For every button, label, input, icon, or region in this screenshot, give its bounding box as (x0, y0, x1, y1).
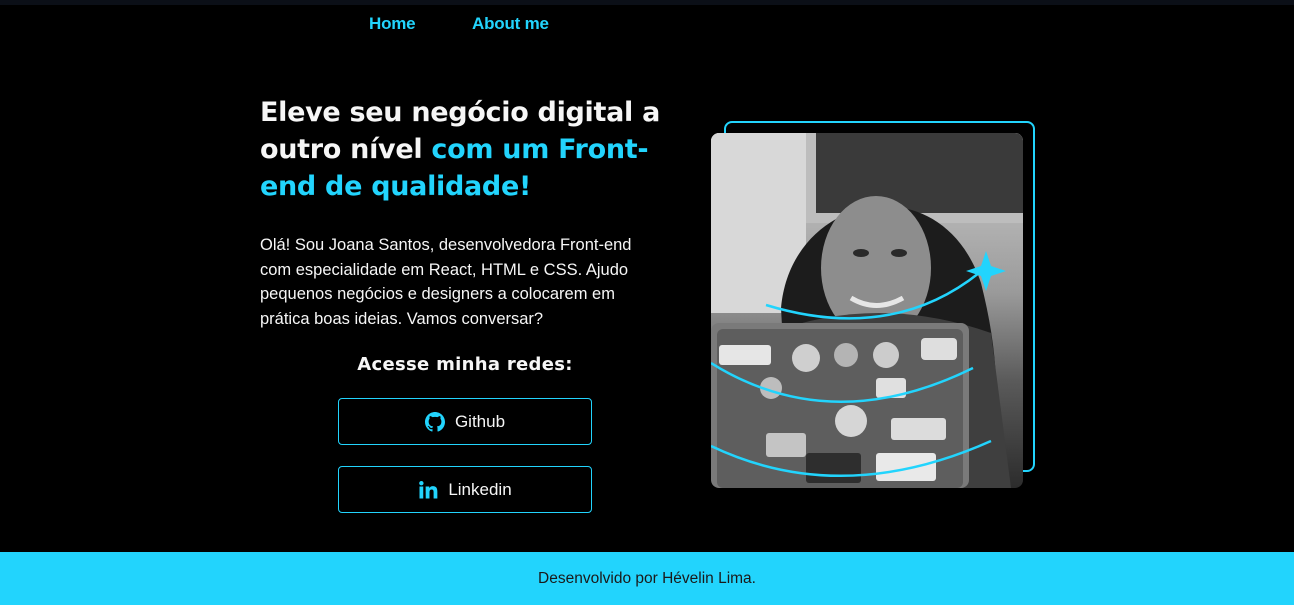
linkedin-button[interactable]: Linkedin (338, 466, 592, 513)
social-title: Acesse minha redes: (357, 354, 573, 375)
site-footer: Desenvolvido por Hévelin Lima. (0, 552, 1294, 605)
footer-credit: Desenvolvido por Hévelin Lima. (538, 569, 756, 587)
profile-photo (711, 133, 1023, 488)
nav-link-about-me[interactable]: About me (472, 14, 549, 34)
github-button[interactable]: Github (338, 398, 592, 445)
linkedin-icon (418, 480, 438, 500)
intro-paragraph: Olá! Sou Joana Santos, desenvolvedora Fr… (260, 236, 632, 328)
nav-link-home[interactable]: Home (369, 14, 416, 34)
github-label: Github (454, 411, 506, 431)
linkedin-label: Linkedin (448, 479, 512, 499)
github-icon (424, 411, 445, 432)
hero-headline: Eleve seu negócio digital a outro nível … (260, 94, 680, 205)
top-nav: Home About me (0, 0, 1294, 50)
